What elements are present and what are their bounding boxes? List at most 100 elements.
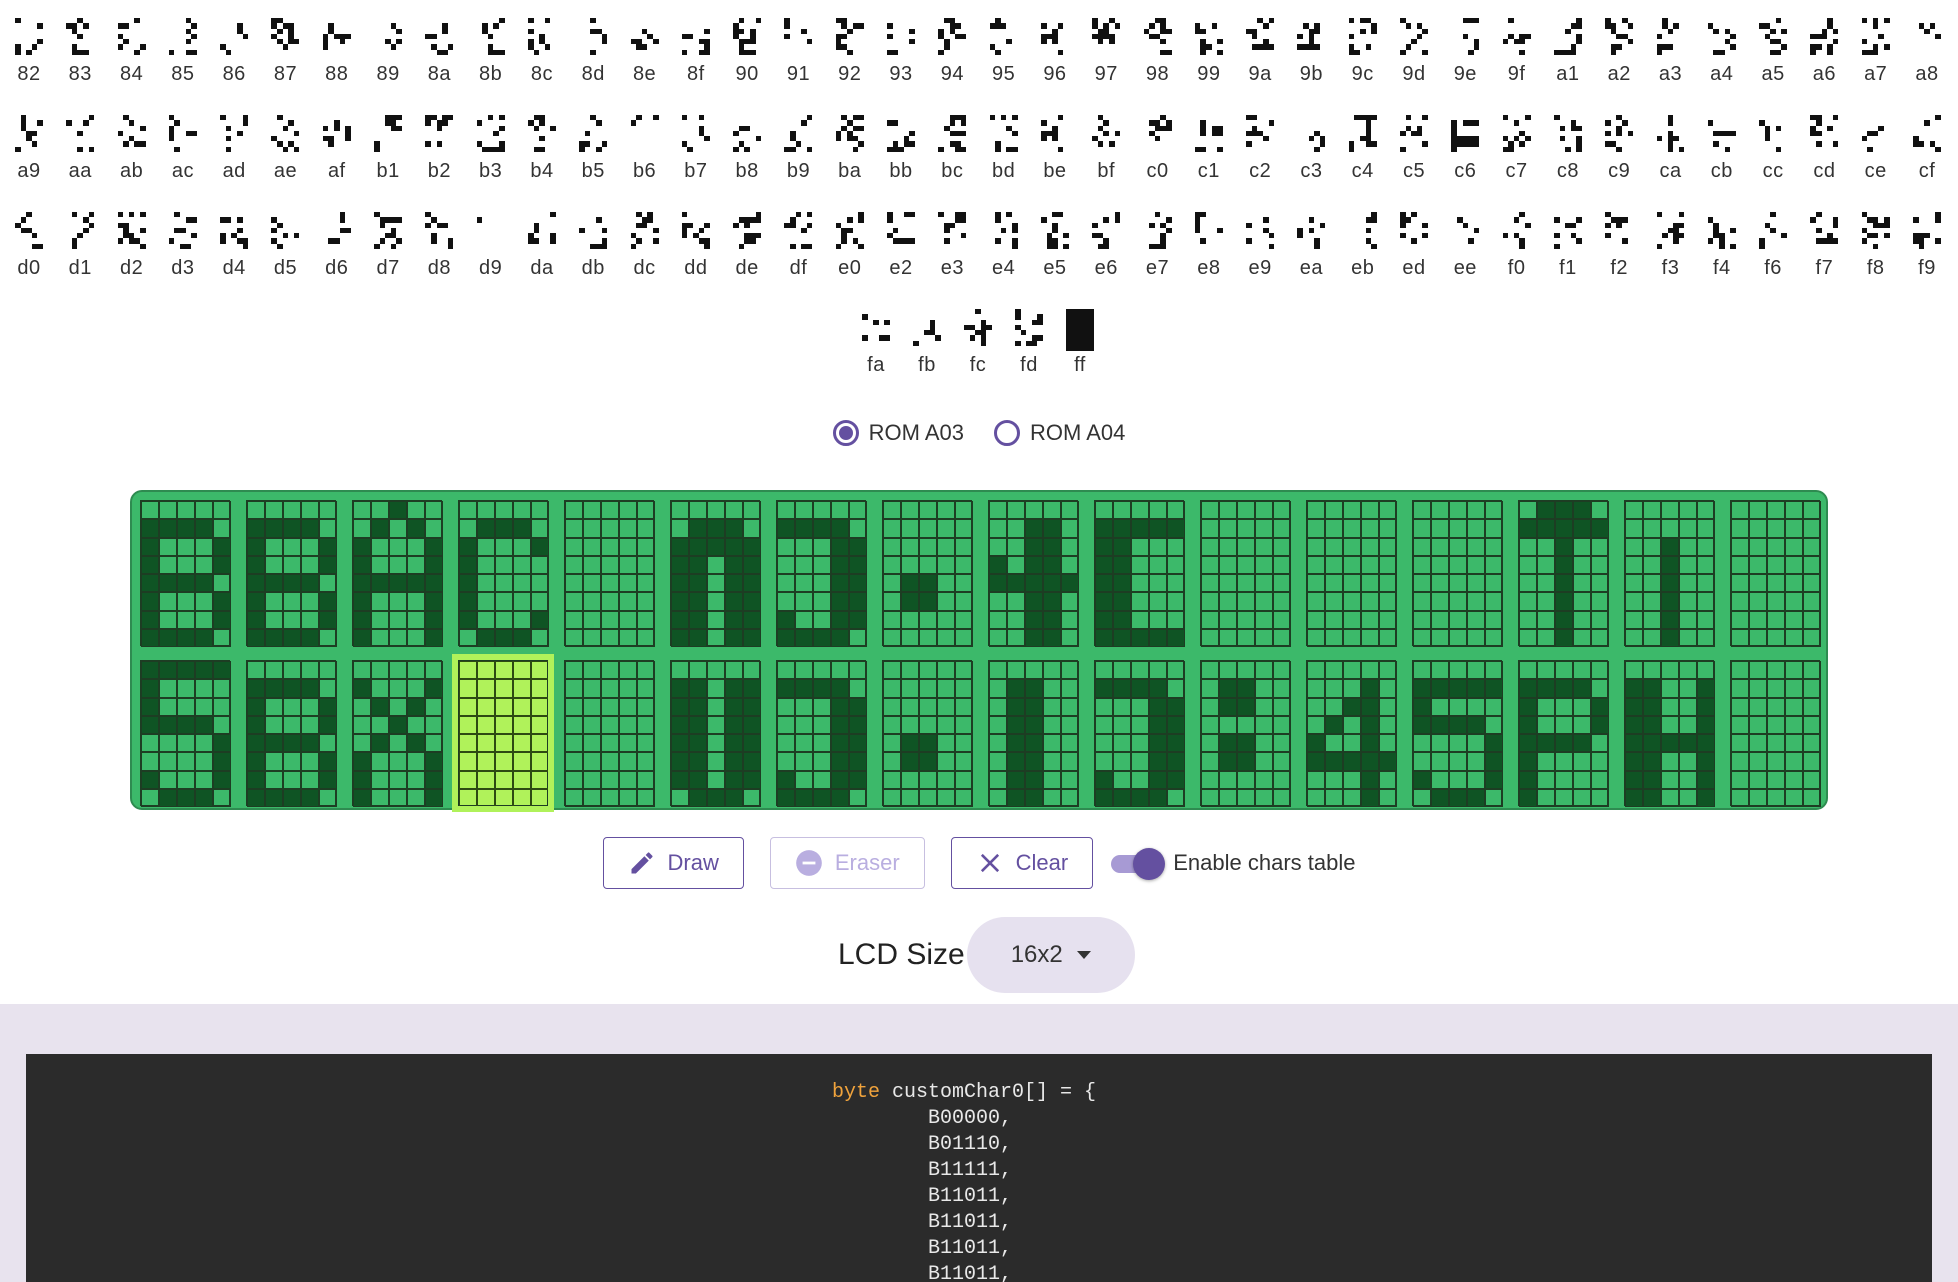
char-9c[interactable]: 9c — [1342, 18, 1384, 86]
char-bc[interactable]: bc — [931, 115, 973, 183]
lcd-cell-1-9[interactable] — [988, 500, 1079, 647]
char-8f[interactable]: 8f — [675, 18, 717, 86]
lcd-cell-1-10[interactable] — [1094, 500, 1185, 647]
lcd-cell-1-1[interactable] — [140, 500, 231, 647]
lcd-cell-2-11[interactable] — [1200, 660, 1291, 807]
char-fa[interactable]: fa — [855, 309, 897, 377]
lcd-cell-2-13[interactable] — [1412, 660, 1503, 807]
lcd-cell-1-6[interactable] — [670, 500, 761, 647]
char-f1[interactable]: f1 — [1547, 212, 1589, 280]
char-d2[interactable]: d2 — [111, 212, 153, 280]
char-b2[interactable]: b2 — [418, 115, 460, 183]
char-c6[interactable]: c6 — [1444, 115, 1486, 183]
char-f2[interactable]: f2 — [1598, 212, 1640, 280]
char-82[interactable]: 82 — [8, 18, 50, 86]
char-b6[interactable]: b6 — [624, 115, 666, 183]
char-a5[interactable]: a5 — [1752, 18, 1794, 86]
lcd-cell-2-6[interactable] — [670, 660, 761, 807]
char-a7[interactable]: a7 — [1855, 18, 1897, 86]
char-88[interactable]: 88 — [316, 18, 358, 86]
char-93[interactable]: 93 — [880, 18, 922, 86]
char-dc[interactable]: dc — [624, 212, 666, 280]
char-9a[interactable]: 9a — [1239, 18, 1281, 86]
char-fb[interactable]: fb — [906, 309, 948, 377]
lcd-cell-1-5[interactable] — [564, 500, 655, 647]
char-8e[interactable]: 8e — [624, 18, 666, 86]
char-97[interactable]: 97 — [1085, 18, 1127, 86]
char-f7[interactable]: f7 — [1803, 212, 1845, 280]
char-dd[interactable]: dd — [675, 212, 717, 280]
lcd-cell-2-2[interactable] — [246, 660, 337, 807]
lcd-cell-2-3[interactable] — [352, 660, 443, 807]
char-8c[interactable]: 8c — [521, 18, 563, 86]
lcd-cell-1-15[interactable] — [1624, 500, 1715, 647]
char-ab[interactable]: ab — [111, 115, 153, 183]
char-8d[interactable]: 8d — [572, 18, 614, 86]
char-de[interactable]: de — [726, 212, 768, 280]
char-fd[interactable]: fd — [1008, 309, 1050, 377]
char-9f[interactable]: 9f — [1496, 18, 1538, 86]
char-ed[interactable]: ed — [1393, 212, 1435, 280]
lcd-cell-2-16[interactable] — [1730, 660, 1821, 807]
char-99[interactable]: 99 — [1188, 18, 1230, 86]
char-83[interactable]: 83 — [59, 18, 101, 86]
char-b3[interactable]: b3 — [470, 115, 512, 183]
char-e8[interactable]: e8 — [1188, 212, 1230, 280]
lcd-cell-1-13[interactable] — [1412, 500, 1503, 647]
char-f9[interactable]: f9 — [1906, 212, 1948, 280]
char-bb[interactable]: bb — [880, 115, 922, 183]
lcd-cell-1-14[interactable] — [1518, 500, 1609, 647]
char-be[interactable]: be — [1034, 115, 1076, 183]
char-86[interactable]: 86 — [213, 18, 255, 86]
rom-a04-radio[interactable]: ROM A04 — [994, 420, 1125, 446]
char-b9[interactable]: b9 — [777, 115, 819, 183]
char-a8[interactable]: a8 — [1906, 18, 1948, 86]
eraser-button[interactable]: Eraser — [769, 837, 925, 889]
char-ff[interactable]: ff — [1059, 309, 1101, 377]
char-ae[interactable]: ae — [264, 115, 306, 183]
char-b5[interactable]: b5 — [572, 115, 614, 183]
char-e7[interactable]: e7 — [1137, 212, 1179, 280]
lcd-cell-2-12[interactable] — [1306, 660, 1397, 807]
char-d6[interactable]: d6 — [316, 212, 358, 280]
char-e9[interactable]: e9 — [1239, 212, 1281, 280]
char-d4[interactable]: d4 — [213, 212, 255, 280]
char-d9[interactable]: d9 — [470, 212, 512, 280]
char-90[interactable]: 90 — [726, 18, 768, 86]
char-a6[interactable]: a6 — [1803, 18, 1845, 86]
char-85[interactable]: 85 — [162, 18, 204, 86]
char-b7[interactable]: b7 — [675, 115, 717, 183]
char-a4[interactable]: a4 — [1701, 18, 1743, 86]
char-f6[interactable]: f6 — [1752, 212, 1794, 280]
char-87[interactable]: 87 — [264, 18, 306, 86]
lcd-cell-2-7[interactable] — [776, 660, 867, 807]
lcd-cell-1-8[interactable] — [882, 500, 973, 647]
char-d8[interactable]: d8 — [418, 212, 460, 280]
char-e6[interactable]: e6 — [1085, 212, 1127, 280]
char-aa[interactable]: aa — [59, 115, 101, 183]
char-ba[interactable]: ba — [829, 115, 871, 183]
char-e2[interactable]: e2 — [880, 212, 922, 280]
enable-chars-table-toggle[interactable] — [1107, 848, 1166, 880]
char-8a[interactable]: 8a — [418, 18, 460, 86]
lcd-cell-2-10[interactable] — [1094, 660, 1185, 807]
char-d3[interactable]: d3 — [162, 212, 204, 280]
char-a2[interactable]: a2 — [1598, 18, 1640, 86]
lcd-cell-1-7[interactable] — [776, 500, 867, 647]
rom-a03-radio[interactable]: ROM A03 — [832, 420, 964, 446]
char-c0[interactable]: c0 — [1137, 115, 1179, 183]
char-c2[interactable]: c2 — [1239, 115, 1281, 183]
clear-button[interactable]: Clear — [950, 837, 1094, 889]
char-d1[interactable]: d1 — [59, 212, 101, 280]
lcd-cell-2-5[interactable] — [564, 660, 655, 807]
char-cd[interactable]: cd — [1803, 115, 1845, 183]
lcd-cell-1-4[interactable] — [458, 500, 549, 647]
char-bf[interactable]: bf — [1085, 115, 1127, 183]
char-da[interactable]: da — [521, 212, 563, 280]
char-a3[interactable]: a3 — [1650, 18, 1692, 86]
char-b4[interactable]: b4 — [521, 115, 563, 183]
char-ca[interactable]: ca — [1650, 115, 1692, 183]
char-e4[interactable]: e4 — [983, 212, 1025, 280]
char-b8[interactable]: b8 — [726, 115, 768, 183]
char-e0[interactable]: e0 — [829, 212, 871, 280]
